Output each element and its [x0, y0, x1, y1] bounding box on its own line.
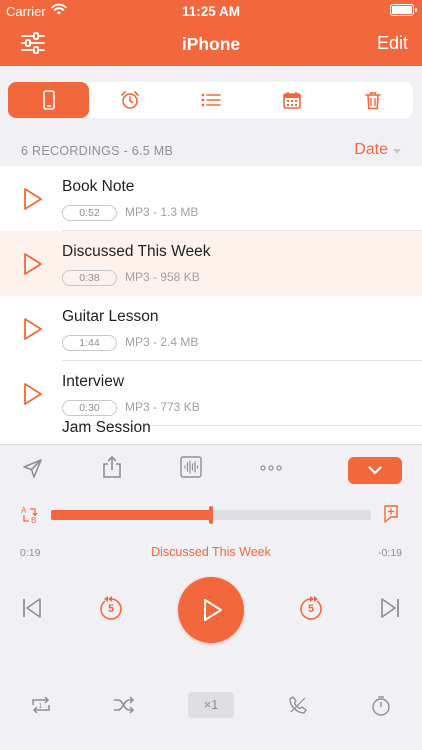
collapse-player-button[interactable]	[348, 457, 402, 484]
list-header: 6 RECORDINGS - 6.5 MB Date	[0, 134, 422, 166]
segment-device[interactable]	[8, 82, 89, 118]
recording-name: Guitar Lesson	[62, 308, 159, 325]
segment-calendar[interactable]	[251, 82, 332, 118]
list-item[interactable]: Book Note 0:52 MP3 - 1.3 MB	[0, 166, 422, 231]
play-icon[interactable]	[22, 187, 44, 211]
next-track-icon[interactable]	[380, 597, 400, 619]
caret-down-icon	[393, 148, 401, 154]
duration-badge: 0:52	[62, 205, 117, 221]
play-icon[interactable]	[22, 382, 44, 406]
list-item[interactable]: Discussed This Week 0:38 MP3 - 958 KB	[0, 231, 422, 296]
svg-text:B: B	[31, 516, 36, 525]
battery-icon	[390, 4, 417, 16]
skip-back-seconds: 5	[107, 603, 115, 615]
recording-name: Book Note	[62, 178, 135, 195]
segment-alarms[interactable]	[89, 82, 170, 118]
progress-fill	[51, 510, 211, 520]
progress-handle[interactable]	[209, 506, 213, 524]
list-item[interactable]: Jam Session	[0, 419, 422, 444]
status-time: 11:25 AM	[181, 4, 241, 19]
share-icon[interactable]	[102, 455, 122, 479]
progress-slider[interactable]	[51, 506, 371, 524]
list-icon	[201, 93, 221, 107]
source-segmented-control	[8, 82, 413, 118]
phone-call-icon[interactable]	[288, 695, 308, 715]
duration-badge: 0:38	[62, 270, 117, 286]
recording-meta: MP3 - 2.4 MB	[125, 335, 199, 349]
svg-text:A: A	[21, 506, 27, 515]
page-title: iPhone	[181, 34, 241, 54]
status-bar: Carrier 11:25 AM	[0, 0, 422, 22]
more-icon[interactable]	[260, 465, 282, 471]
skip-forward-seconds: 5	[307, 603, 315, 615]
play-icon[interactable]	[22, 252, 44, 276]
phone-icon	[42, 90, 55, 110]
sort-button[interactable]: Date	[354, 141, 401, 159]
add-marker-icon[interactable]	[383, 505, 399, 523]
time-row: 0:19 Discussed This Week -0:19	[0, 545, 422, 563]
now-playing-title: Discussed This Week	[151, 545, 271, 559]
recording-meta: MP3 - 958 KB	[125, 270, 200, 284]
player-toolbar	[0, 444, 422, 492]
recordings-list: Book Note 0:52 MP3 - 1.3 MB Discussed Th…	[0, 166, 422, 444]
send-icon[interactable]	[22, 458, 43, 479]
play-icon	[204, 599, 222, 621]
sort-label: Date	[354, 141, 388, 158]
skip-back-button[interactable]: 5	[97, 595, 125, 623]
play-icon[interactable]	[22, 317, 44, 341]
recording-name: Interview	[62, 373, 125, 390]
timer-icon[interactable]	[371, 695, 391, 716]
recording-name: Jam Session	[62, 419, 151, 436]
waveform-icon[interactable]	[180, 456, 202, 478]
segment-list[interactable]	[170, 82, 251, 118]
skip-forward-button[interactable]: 5	[297, 595, 325, 623]
chevron-down-icon	[368, 466, 382, 475]
duration-badge: 0:30	[62, 400, 117, 416]
svg-text:1: 1	[39, 703, 43, 710]
previous-track-icon[interactable]	[22, 597, 42, 619]
calendar-icon	[282, 92, 301, 109]
recording-name: Discussed This Week	[62, 243, 211, 260]
list-item[interactable]: Interview 0:30 MP3 - 773 KB	[0, 361, 422, 426]
bottom-controls: 1 ×1	[0, 685, 422, 725]
header: Carrier 11:25 AM iPhone Edit	[0, 0, 422, 66]
repeat-one-icon[interactable]: 1	[30, 695, 52, 715]
shuffle-icon[interactable]	[113, 695, 135, 715]
list-item[interactable]: Guitar Lesson 1:44 MP3 - 2.4 MB	[0, 296, 422, 361]
transport-controls: 5 5	[0, 575, 422, 645]
recording-meta: MP3 - 773 KB	[125, 400, 200, 414]
alarm-icon	[120, 91, 139, 109]
segment-trash[interactable]	[332, 82, 413, 118]
remaining-time: -0:19	[378, 547, 402, 559]
play-pause-button[interactable]	[178, 577, 244, 643]
recording-meta: MP3 - 1.3 MB	[125, 205, 199, 219]
playback-speed-button[interactable]: ×1	[188, 692, 234, 718]
duration-badge: 1:44	[62, 335, 117, 351]
nav-bar: iPhone Edit	[0, 22, 422, 66]
edit-button[interactable]: Edit	[377, 33, 408, 54]
ab-repeat-icon[interactable]: AB	[20, 505, 40, 525]
scrubber-row: AB	[0, 500, 422, 530]
trash-icon	[364, 91, 381, 109]
recordings-count: 6 RECORDINGS - 6.5 MB	[21, 144, 174, 158]
